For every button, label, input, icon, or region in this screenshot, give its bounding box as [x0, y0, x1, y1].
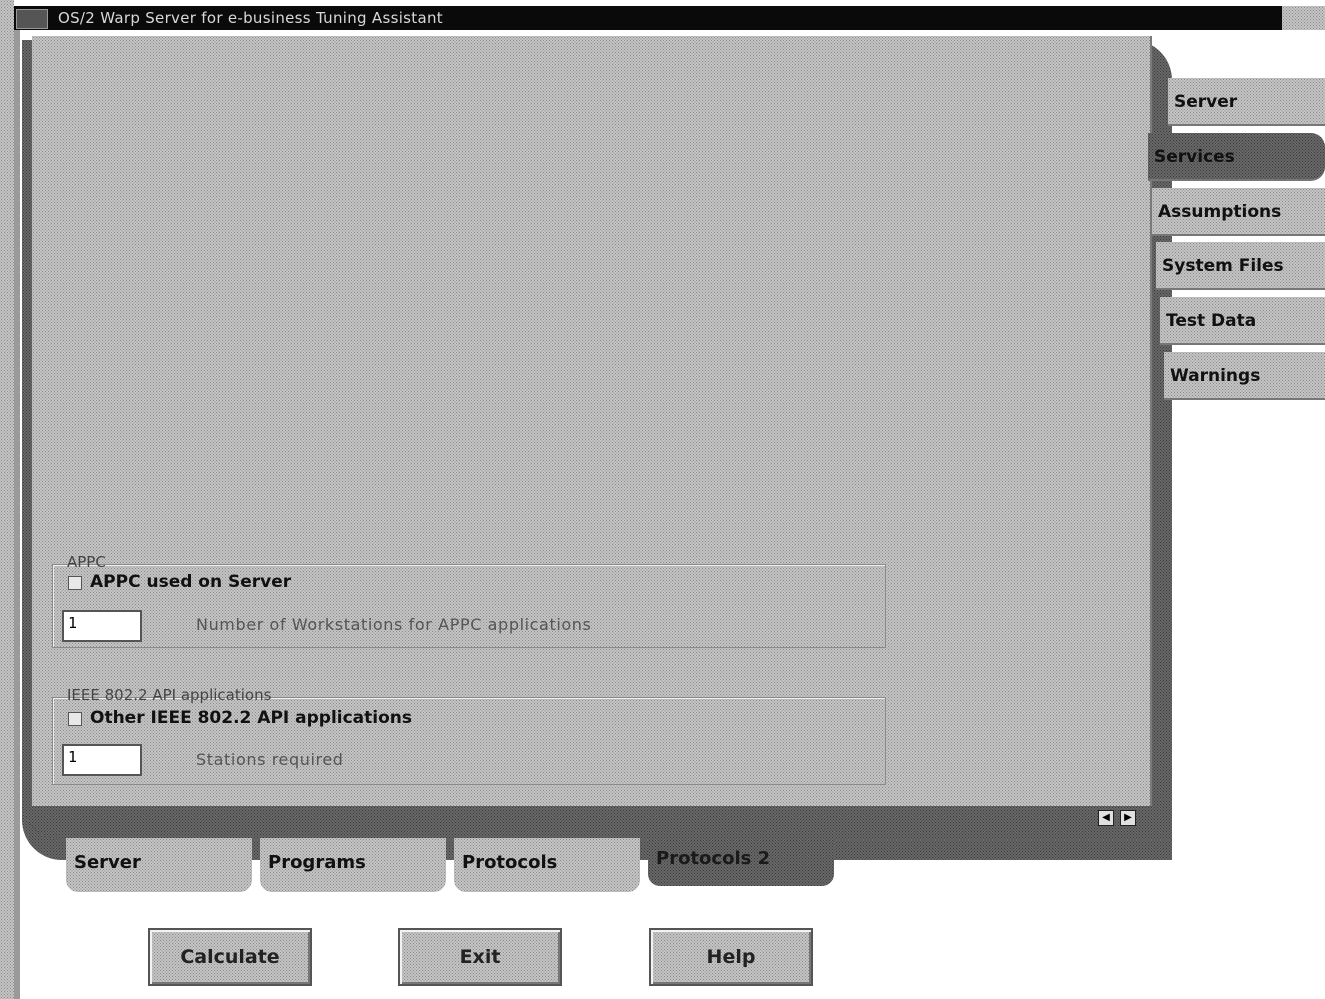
window-title: OS/2 Warp Server for e-business Tuning A… [58, 9, 443, 27]
appc-checkbox-label[interactable]: APPC used on Server [90, 572, 291, 592]
tab-test-data[interactable]: Test Data [1160, 297, 1325, 345]
tab-services-label: Services [1154, 147, 1235, 167]
tab-server[interactable]: Server [1168, 78, 1325, 126]
appc-checkbox[interactable] [68, 576, 82, 590]
notebook-bottom-edge [22, 800, 1172, 840]
tab-bottom-server-label: Server [74, 852, 141, 873]
window-left-border [0, 0, 14, 999]
tab-bottom-programs[interactable]: Programs [260, 838, 446, 892]
ieee-checkbox[interactable] [68, 712, 82, 726]
tab-bottom-protocols[interactable]: Protocols [454, 838, 640, 892]
tab-bottom-protocols-2-label: Protocols 2 [656, 848, 771, 869]
tab-services[interactable]: Services [1148, 133, 1325, 181]
tab-assumptions[interactable]: Assumptions [1152, 188, 1325, 236]
title-bar[interactable]: OS/2 Warp Server for e-business Tuning A… [14, 6, 1282, 30]
system-menu-icon[interactable] [16, 9, 48, 29]
tab-test-data-label: Test Data [1166, 311, 1257, 331]
tab-warnings-label: Warnings [1170, 366, 1261, 386]
arrow-left-icon: ◀ [1102, 812, 1110, 823]
ieee-checkbox-label[interactable]: Other IEEE 802.2 API applications [90, 708, 412, 728]
appc-group-title: APPC [67, 553, 106, 571]
tab-system-files-label: System Files [1162, 256, 1284, 276]
tab-server-label: Server [1174, 92, 1238, 112]
ieee-group-title: IEEE 802.2 API applications [67, 686, 272, 704]
calculate-button-label: Calculate [180, 946, 280, 968]
ieee-stations-label: Stations required [196, 750, 344, 769]
help-button-label: Help [706, 946, 756, 968]
tab-assumptions-label: Assumptions [1158, 202, 1282, 222]
tab-bottom-protocols-2[interactable]: Protocols 2 [648, 830, 834, 886]
scroll-left-button[interactable]: ◀ [1098, 810, 1114, 826]
exit-button-label: Exit [459, 946, 501, 968]
tab-warnings[interactable]: Warnings [1164, 352, 1325, 400]
appc-workstations-label: Number of Workstations for APPC applicat… [196, 615, 592, 634]
tab-system-files[interactable]: System Files [1156, 242, 1325, 290]
tab-bottom-protocols-label: Protocols [462, 852, 558, 873]
help-button[interactable]: Help [649, 928, 813, 986]
calculate-button[interactable]: Calculate [148, 928, 312, 986]
appc-workstations-input[interactable]: 1 [62, 610, 142, 642]
tab-bottom-server[interactable]: Server [66, 838, 252, 892]
exit-button[interactable]: Exit [398, 928, 562, 986]
tab-bottom-programs-label: Programs [268, 852, 366, 873]
ieee-stations-input[interactable]: 1 [62, 744, 142, 776]
window-inner-border [14, 30, 20, 999]
title-bar-controls[interactable] [1282, 6, 1325, 30]
arrow-right-icon: ▶ [1124, 812, 1132, 823]
scroll-right-button[interactable]: ▶ [1120, 810, 1136, 826]
